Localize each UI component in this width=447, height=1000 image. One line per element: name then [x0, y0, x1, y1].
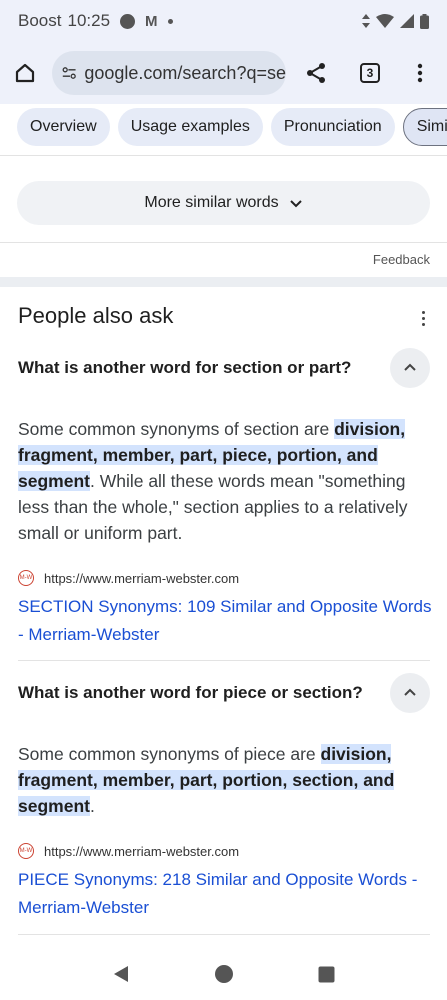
tabs-icon: 3: [360, 63, 380, 83]
merriam-webster-favicon-icon: M-W: [18, 843, 34, 859]
status-bar: Boost 10:25 M: [0, 0, 447, 42]
filter-chips-row: Overview Usage examples Pronunciation Si…: [0, 104, 447, 156]
paa-question-1[interactable]: What is another word for section or part…: [18, 348, 430, 388]
source-url: https://www.merriam-webster.com: [44, 570, 240, 586]
system-icons: [362, 13, 429, 29]
signal-icon: [400, 14, 414, 28]
clock-time: 10:25: [67, 11, 111, 30]
carrier-name: Boost: [18, 11, 62, 30]
back-icon[interactable]: [112, 965, 130, 983]
wifi-icon: [376, 14, 394, 28]
notification-circle-icon: [120, 13, 136, 29]
source-1[interactable]: M-W https://www.merriam-webster.com: [18, 570, 239, 586]
paa-question-2[interactable]: What is another word for piece or sectio…: [18, 673, 430, 713]
paa-answer-2: Some common synonyms of piece are divisi…: [18, 741, 430, 819]
paa-more-options-icon[interactable]: [413, 306, 433, 330]
chevron-up-icon: [404, 688, 416, 696]
share-button[interactable]: [288, 42, 344, 104]
chevron-down-icon: [289, 200, 302, 208]
chevron-up-icon: [404, 363, 416, 371]
answer-text: Some common synonyms of piece are: [18, 744, 321, 764]
question-text: What is another word for section or part…: [18, 358, 352, 377]
more-notifications-icon: [167, 18, 173, 24]
address-bar[interactable]: google.com/search?q=se: [52, 51, 286, 95]
browser-menu-button[interactable]: [396, 42, 444, 104]
source-url: https://www.merriam-webster.com: [44, 843, 240, 859]
chip-similar[interactable]: Simila: [402, 108, 447, 146]
result-link-1[interactable]: SECTION Synonyms: 109 Similar and Opposi…: [18, 593, 433, 649]
merriam-webster-favicon-icon: M-W: [18, 570, 34, 586]
section-separator: [0, 277, 447, 287]
divider: [0, 242, 447, 243]
recents-icon[interactable]: [318, 966, 335, 983]
home-icon: [15, 63, 35, 83]
collapse-button[interactable]: [390, 348, 430, 388]
url-text: google.com/search?q=se: [84, 62, 286, 83]
question-text: What is another word for piece or sectio…: [18, 683, 363, 702]
home-nav-icon[interactable]: [214, 964, 234, 984]
data-arrows-icon: [362, 14, 370, 28]
divider: [18, 660, 430, 661]
answer-text-rest: .: [89, 796, 95, 816]
tabs-button[interactable]: 3: [344, 42, 396, 104]
gmail-icon: M: [145, 12, 158, 30]
share-icon: [307, 63, 325, 83]
chip-pronunciation[interactable]: Pronunciation: [270, 108, 395, 146]
browser-toolbar: google.com/search?q=se 3: [0, 42, 447, 104]
battery-icon: [420, 13, 429, 29]
more-similar-words-label: More similar words: [144, 194, 279, 211]
site-settings-icon[interactable]: [62, 65, 76, 81]
source-2[interactable]: M-W https://www.merriam-webster.com: [18, 843, 239, 859]
system-navigation-bar: [0, 948, 447, 1000]
paa-answer-1: Some common synonyms of section are divi…: [18, 416, 430, 546]
feedback-link[interactable]: Feedback: [373, 252, 430, 267]
answer-text: Some common synonyms of section are: [18, 419, 335, 439]
more-similar-words-button[interactable]: More similar words: [17, 181, 430, 225]
chip-usage-examples[interactable]: Usage examples: [117, 108, 263, 146]
chip-overview[interactable]: Overview: [17, 108, 110, 146]
people-also-ask-heading: People also ask: [18, 303, 174, 328]
result-link-2[interactable]: PIECE Synonyms: 218 Similar and Opposite…: [18, 866, 433, 922]
collapse-button[interactable]: [390, 673, 430, 713]
more-vert-icon: [417, 63, 423, 83]
home-button[interactable]: [0, 42, 50, 104]
divider: [18, 934, 430, 935]
